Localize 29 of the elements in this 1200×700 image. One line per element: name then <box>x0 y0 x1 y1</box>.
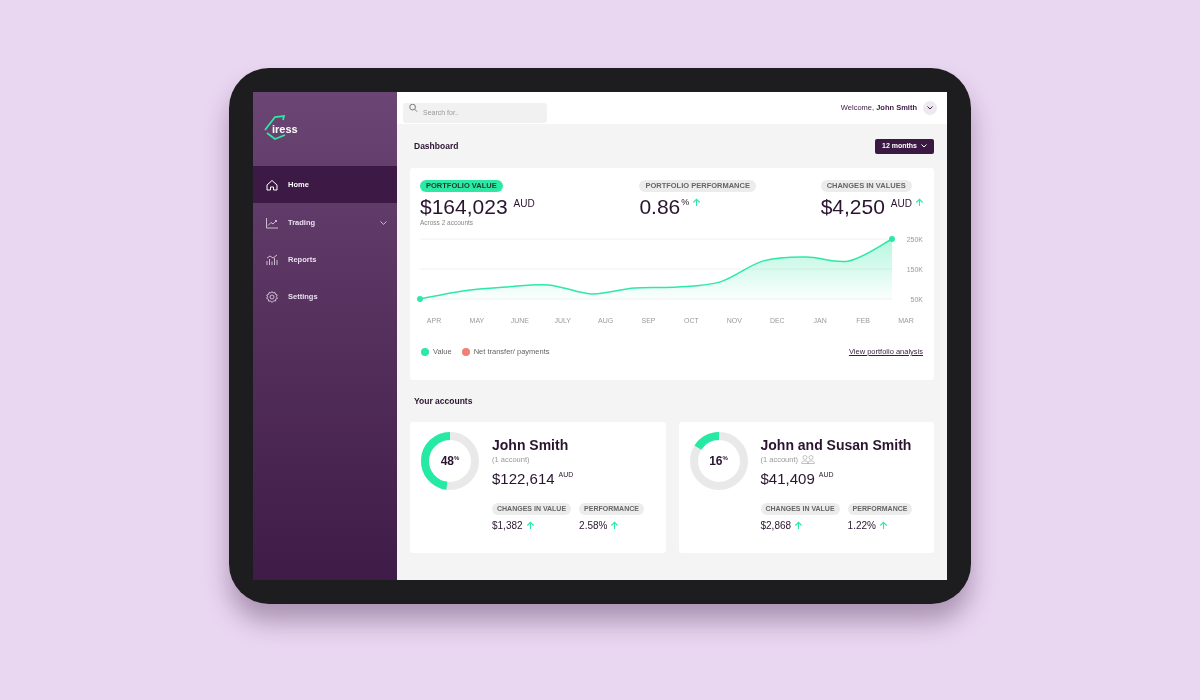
share-value: 48 <box>440 453 454 470</box>
account-amount: $41,409 <box>760 470 815 489</box>
chevron-down-icon <box>921 144 927 148</box>
section-heading: Your accounts <box>414 394 473 408</box>
stat-value: 2.58% <box>579 519 608 534</box>
stat-value: $164,023 <box>420 194 508 220</box>
home-icon <box>265 177 279 192</box>
gear-icon <box>265 289 279 304</box>
stat-unit: AUD <box>513 197 535 211</box>
data-point <box>889 236 895 242</box>
logo-text: iress <box>272 121 298 137</box>
account-amount: $122,614 <box>492 470 555 489</box>
stat-value: $4,250 <box>820 194 885 220</box>
page-title: Dashboard <box>413 139 459 153</box>
account-name: John Smith <box>492 437 570 453</box>
stat-value: $1,382 <box>492 519 523 534</box>
line-chart-icon <box>265 215 279 230</box>
search-icon <box>409 103 418 113</box>
user-menu-button[interactable] <box>923 101 937 115</box>
account-name: John and Susan Smith <box>760 437 913 453</box>
stat-value: 0.86 <box>639 194 681 220</box>
stat-unit: AUD <box>890 197 912 211</box>
stat-value: 1.22% <box>847 519 876 534</box>
stat-value: $2,868 <box>760 519 792 534</box>
share-value: 16 <box>709 453 723 470</box>
data-point <box>417 296 423 302</box>
stat-unit: % <box>681 196 690 209</box>
chevron-down-icon <box>927 106 933 110</box>
bar-chart-icon <box>265 252 279 267</box>
